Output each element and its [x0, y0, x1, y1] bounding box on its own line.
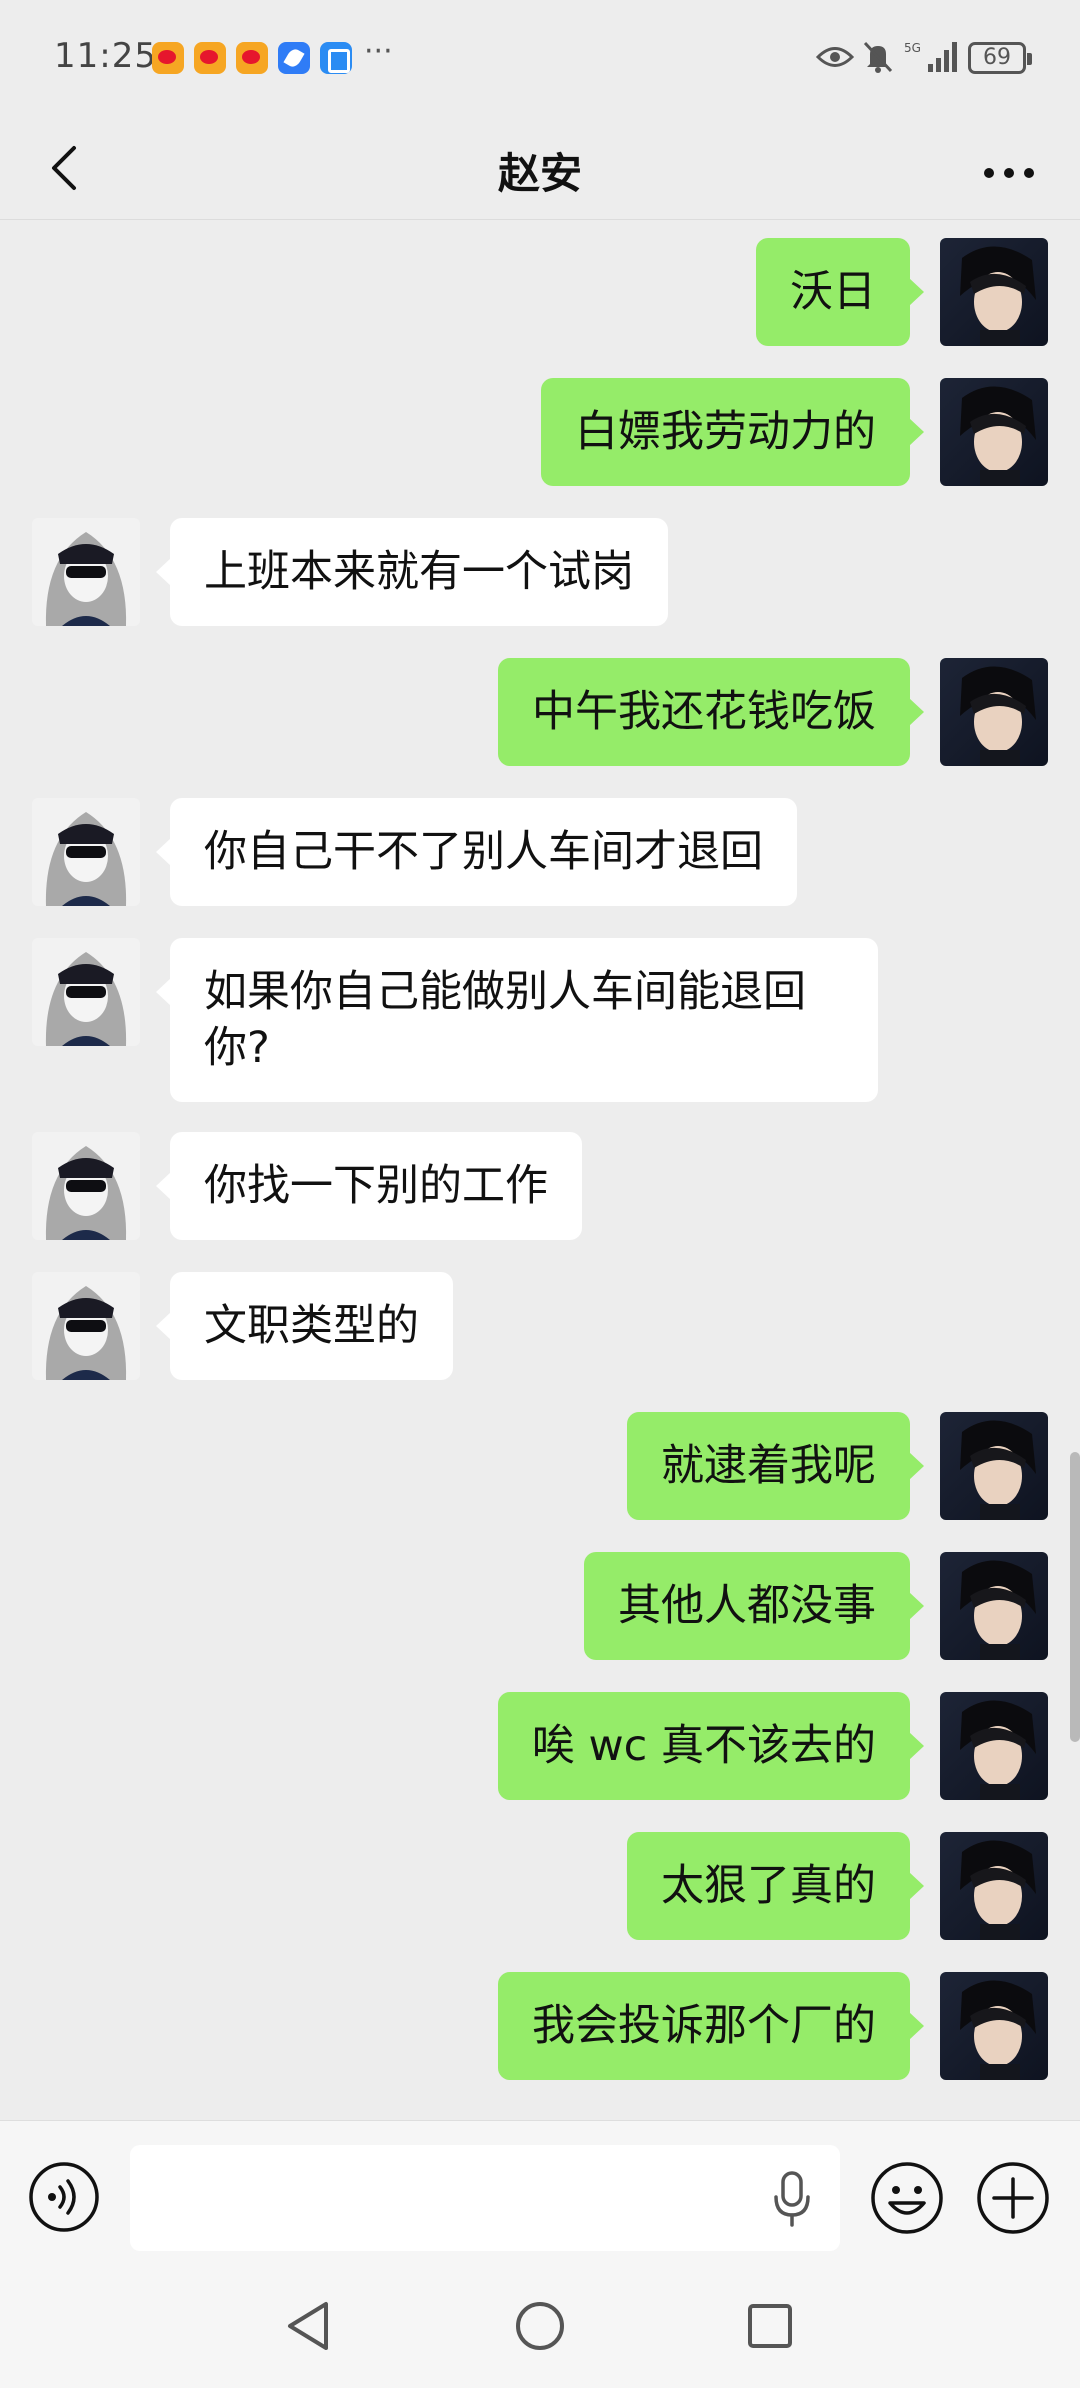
- my-message-bubble[interactable]: 中午我还花钱吃饭: [498, 658, 924, 766]
- contact-message-bubble[interactable]: 上班本来就有一个试岗: [156, 518, 668, 626]
- my-message-bubble[interactable]: 其他人都没事: [584, 1552, 924, 1660]
- more-options-button[interactable]: [974, 136, 1044, 200]
- chat-title: 赵安: [497, 149, 582, 198]
- input-bar: [0, 2120, 1080, 2268]
- title-bar: 赵安: [0, 118, 1080, 220]
- my-avatar[interactable]: [940, 1692, 1048, 1800]
- my-message-bubble[interactable]: 就逮着我呢: [627, 1412, 924, 1520]
- my-message-bubble[interactable]: 我会投诉那个厂的: [498, 1972, 924, 2080]
- contact-avatar[interactable]: [32, 798, 140, 906]
- my-avatar[interactable]: [940, 1832, 1048, 1940]
- scrollbar[interactable]: [1070, 1452, 1080, 1742]
- my-avatar[interactable]: [940, 1412, 1048, 1520]
- nav-home-icon[interactable]: [510, 2296, 570, 2356]
- my-message-bubble[interactable]: 沃日: [756, 238, 924, 346]
- my-message-bubble[interactable]: 太狠了真的: [627, 1832, 924, 1940]
- my-avatar[interactable]: [940, 378, 1048, 486]
- contact-message-bubble[interactable]: 如果你自己能做别人车间能退回你?: [156, 938, 878, 1102]
- contact-message-bubble[interactable]: 文职类型的: [156, 1272, 453, 1380]
- weibo-icon: [152, 42, 184, 74]
- svg-text:5G: 5G: [904, 41, 921, 55]
- signal-5g-icon: 5G: [904, 41, 957, 72]
- status-bar: 11:25 ··· 5G 69: [0, 0, 1080, 118]
- contact-avatar[interactable]: [32, 518, 140, 626]
- my-avatar[interactable]: [940, 1972, 1048, 2080]
- nav-back-icon[interactable]: [280, 2296, 340, 2356]
- voice-icon[interactable]: [28, 2161, 100, 2233]
- microphone-icon[interactable]: [770, 2169, 814, 2229]
- weibo-icon: [194, 42, 226, 74]
- contact-message-bubble[interactable]: 你自己干不了别人车间才退回: [156, 798, 797, 906]
- my-message-bubble[interactable]: 白嫖我劳动力的: [541, 378, 924, 486]
- emoji-icon[interactable]: [870, 2161, 944, 2235]
- status-time: 11:25: [54, 36, 157, 76]
- contact-avatar[interactable]: [32, 1132, 140, 1240]
- my-message-bubble[interactable]: 唉 wc 真不该去的: [497, 1692, 925, 1800]
- nav-recent-apps-icon[interactable]: [740, 2296, 800, 2356]
- more-notifications-icon: ···: [364, 34, 393, 69]
- battery-icon: 69: [968, 42, 1032, 74]
- my-avatar[interactable]: [940, 658, 1048, 766]
- message-list[interactable]: 沃日 白嫖我劳动力的 上班本来就有一个试岗 中午我还花钱吃饭 你自己干不了别人车…: [0, 220, 1080, 2120]
- my-avatar[interactable]: [940, 238, 1048, 346]
- mute-icon: [863, 41, 893, 73]
- weibo-icon: [236, 42, 268, 74]
- contact-avatar[interactable]: [32, 938, 140, 1046]
- eye-icon: [816, 47, 854, 67]
- plus-icon[interactable]: [976, 2161, 1050, 2235]
- contact-avatar[interactable]: [32, 1272, 140, 1380]
- message-input[interactable]: [130, 2145, 840, 2251]
- browser-icon: [278, 42, 310, 74]
- my-avatar[interactable]: [940, 1552, 1048, 1660]
- navigation-bar: [0, 2268, 1080, 2388]
- contact-message-bubble[interactable]: 你找一下别的工作: [156, 1132, 582, 1240]
- app-icon: [320, 42, 352, 74]
